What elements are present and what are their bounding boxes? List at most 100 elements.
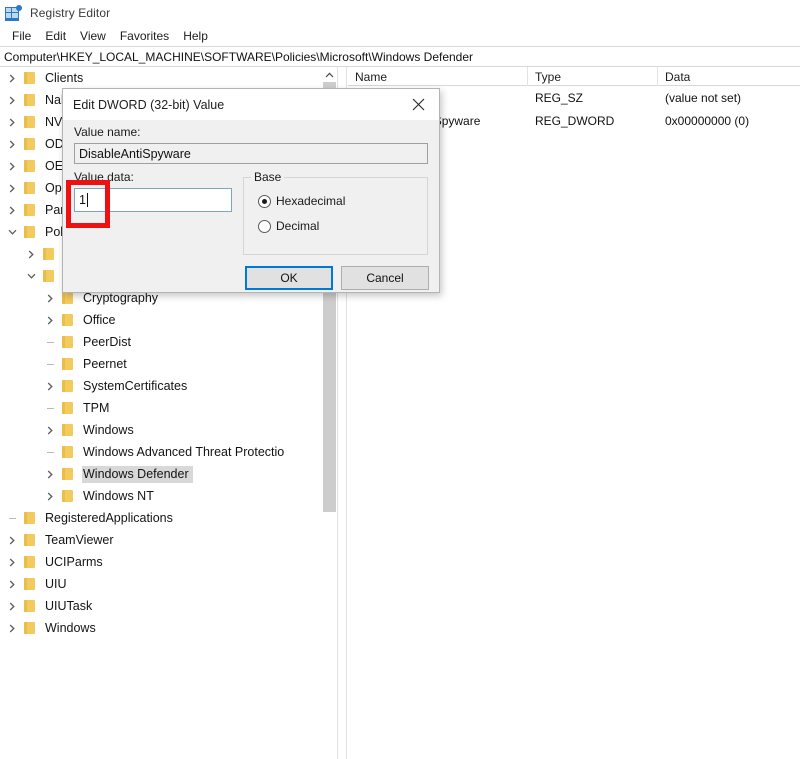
chevron-right-icon[interactable] <box>42 309 58 331</box>
folder-icon <box>41 269 57 283</box>
folder-icon <box>22 115 38 129</box>
value-data-input[interactable]: 1 <box>74 188 232 212</box>
folder-icon <box>41 247 57 261</box>
tree-item-label: Office <box>83 312 116 327</box>
folder-icon <box>60 357 76 371</box>
chevron-up-icon <box>325 72 334 77</box>
chevron-right-icon[interactable] <box>4 111 20 133</box>
folder-icon <box>60 467 76 481</box>
tree-item-peernet[interactable]: Peernet <box>0 353 322 375</box>
chevron-right-icon[interactable] <box>4 595 20 617</box>
tree-item-windows[interactable]: Windows <box>0 617 322 639</box>
cancel-button[interactable]: Cancel <box>341 266 429 290</box>
tree-item-teamviewer[interactable]: TeamViewer <box>0 529 322 551</box>
value-name-input[interactable]: DisableAntiSpyware <box>74 143 428 164</box>
folder-icon <box>22 599 38 613</box>
dialog-title: Edit DWORD (32-bit) Value <box>73 97 225 112</box>
folder-icon <box>60 313 76 327</box>
tree-item-label: Windows NT <box>83 488 154 503</box>
tree-item-systemcertificates[interactable]: SystemCertificates <box>0 375 322 397</box>
column-header-type[interactable]: Type <box>528 67 658 86</box>
window-titlebar: Registry Editor <box>0 0 800 26</box>
tree-item-office[interactable]: Office <box>0 309 322 331</box>
menu-help[interactable]: Help <box>176 28 215 45</box>
folder-icon <box>22 137 38 151</box>
dialog-body: Value name: DisableAntiSpyware Value dat… <box>63 120 439 292</box>
tree-item-label: TeamViewer <box>45 532 114 547</box>
registry-editor-window: Registry Editor File Edit View Favorites… <box>0 0 800 759</box>
registry-key-path: Computer\HKEY_LOCAL_MACHINE\SOFTWARE\Pol… <box>4 49 474 64</box>
chevron-right-icon[interactable] <box>4 199 20 221</box>
chevron-right-icon[interactable] <box>4 617 20 639</box>
tree-item-label: Windows Defender <box>82 465 193 483</box>
scroll-up-button[interactable] <box>322 67 337 82</box>
registry-editor-icon <box>5 4 22 22</box>
column-header-name[interactable]: Name <box>348 67 528 86</box>
tree-item-tpm[interactable]: TPM <box>0 397 322 419</box>
folder-icon <box>22 621 38 635</box>
chevron-right-icon[interactable] <box>42 485 58 507</box>
tree-item-clients[interactable]: Clients <box>0 67 322 89</box>
tree-item-label: UCIParms <box>45 554 103 569</box>
chevron-right-icon[interactable] <box>4 573 20 595</box>
chevron-down-icon[interactable] <box>4 221 20 243</box>
radio-decimal-label: Decimal <box>276 219 320 233</box>
chevron-right-icon[interactable] <box>4 67 20 89</box>
tree-item-uciparms[interactable]: UCIParms <box>0 551 322 573</box>
tree-item-windows[interactable]: Windows <box>0 419 322 441</box>
chevron-right-icon[interactable] <box>4 177 20 199</box>
chevron-right-icon[interactable] <box>42 287 58 309</box>
chevron-right-icon[interactable] <box>42 463 58 485</box>
folder-icon <box>22 181 38 195</box>
base-group: Base Hexadecimal Decimal <box>243 170 428 255</box>
tree-item-registeredapplications[interactable]: RegisteredApplications <box>0 507 322 529</box>
tree-item-label: Windows <box>45 620 96 635</box>
chevron-right-icon[interactable] <box>42 419 58 441</box>
chevron-right-icon[interactable] <box>23 243 39 265</box>
chevron-right-icon[interactable] <box>4 529 20 551</box>
column-header-data[interactable]: Data <box>658 67 800 86</box>
window-title: Registry Editor <box>30 6 111 20</box>
chevron-right-icon[interactable] <box>4 133 20 155</box>
text-caret <box>86 193 88 207</box>
chevron-right-icon[interactable] <box>42 375 58 397</box>
tree-item-peerdist[interactable]: PeerDist <box>0 331 322 353</box>
base-group-label: Base <box>251 170 285 184</box>
tree-item-uiu[interactable]: UIU <box>0 573 322 595</box>
folder-icon <box>22 93 38 107</box>
menu-file[interactable]: File <box>5 28 38 45</box>
folder-icon <box>60 335 76 349</box>
chevron-right-icon[interactable] <box>4 551 20 573</box>
tree-item-label: Windows Advanced Threat Protectio <box>83 444 285 459</box>
tree-item-label: Peernet <box>83 356 127 371</box>
tree-item-label: SystemCertificates <box>83 378 188 393</box>
menu-view[interactable]: View <box>73 28 113 45</box>
tree-item-label: PeerDist <box>83 334 131 349</box>
folder-icon <box>60 401 76 415</box>
chevron-right-icon[interactable] <box>4 89 20 111</box>
tree-leaf-marker <box>4 507 20 529</box>
tree-item-label: UIUTask <box>45 598 93 613</box>
value-data-cell: 0x00000000 (0) <box>665 113 750 128</box>
tree-item-windows-nt[interactable]: Windows NT <box>0 485 322 507</box>
dialog-titlebar: Edit DWORD (32-bit) Value <box>63 89 439 120</box>
radio-decimal[interactable]: Decimal <box>258 219 319 233</box>
dialog-close-button[interactable] <box>397 89 439 120</box>
folder-icon <box>22 159 38 173</box>
menu-favorites[interactable]: Favorites <box>113 28 176 45</box>
folder-icon <box>60 445 76 459</box>
tree-item-windows-advanced-threat-protectio[interactable]: Windows Advanced Threat Protectio <box>0 441 322 463</box>
tree-item-windows-defender[interactable]: Windows Defender <box>0 463 322 485</box>
ok-button[interactable]: OK <box>245 266 333 290</box>
menu-edit[interactable]: Edit <box>38 28 73 45</box>
address-bar[interactable]: Computer\HKEY_LOCAL_MACHINE\SOFTWARE\Pol… <box>0 46 800 67</box>
folder-icon <box>60 379 76 393</box>
values-column-header: Name Type Data <box>348 67 800 86</box>
radio-hexadecimal-label: Hexadecimal <box>276 194 346 208</box>
value-data-label: Value data: <box>74 170 134 184</box>
folder-icon <box>22 203 38 217</box>
chevron-right-icon[interactable] <box>4 155 20 177</box>
tree-item-uiutask[interactable]: UIUTask <box>0 595 322 617</box>
chevron-down-icon[interactable] <box>23 265 39 287</box>
radio-hexadecimal[interactable]: Hexadecimal <box>258 194 345 208</box>
